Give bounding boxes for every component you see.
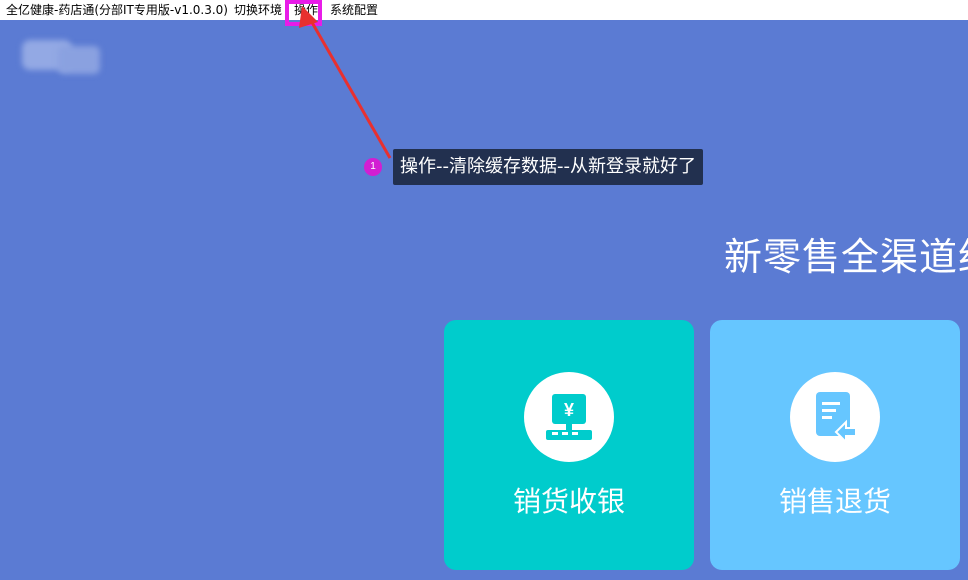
annotation-step-badge: 1 [364, 158, 382, 176]
cash-register-icon: ¥ [524, 372, 614, 462]
menu-bar: 全亿健康-药店通(分部IT专用版-v1.0.3.0) 切换环境 操作 系统配置 [0, 0, 968, 20]
sales-return-card[interactable]: 销售退货 [710, 320, 960, 570]
main-headline: 新零售全渠道约 [724, 235, 968, 279]
sales-checkout-label: 销货收银 [512, 485, 625, 518]
menu-system-config[interactable]: 系统配置 [330, 0, 378, 20]
annotation-highlight-box [285, 0, 322, 26]
app-title: 全亿健康-药店通(分部IT专用版-v1.0.3.0) [6, 3, 228, 17]
annotation-tooltip: 操作--清除缓存数据--从新登录就好了 [393, 149, 703, 185]
return-document-icon [790, 372, 880, 462]
svg-text:¥: ¥ [564, 400, 574, 420]
sales-return-label: 销售退货 [778, 485, 891, 518]
sales-checkout-card[interactable]: ¥ 销货收银 [444, 320, 694, 570]
blurred-logo [22, 40, 100, 74]
menu-switch-environment[interactable]: 切换环境 [234, 0, 282, 20]
